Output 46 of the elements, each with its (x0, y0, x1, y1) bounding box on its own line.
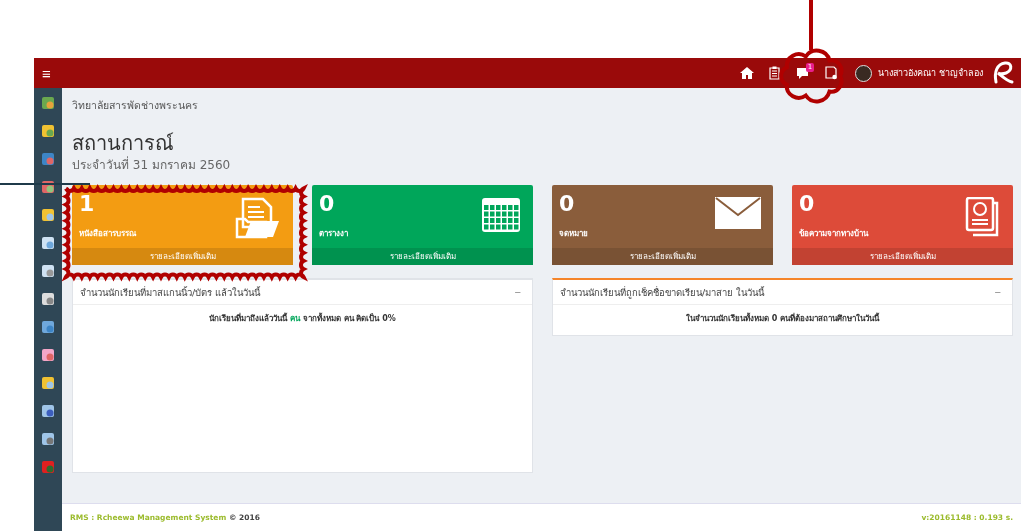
panel-title: จำนวนนักเรียนที่มาสแกนนิ้ว/บัตร แล้วในวันนี้ (80, 285, 261, 300)
sidebar-menu-icon[interactable] (41, 263, 55, 279)
sidebar-menu-icon[interactable] (41, 347, 55, 363)
logo-icon (991, 60, 1015, 86)
collapse-button[interactable]: − (992, 286, 1003, 298)
avatar[interactable] (855, 64, 873, 82)
sidebar-menu-icon[interactable] (41, 403, 55, 419)
card-label: ตารางงา (319, 228, 348, 240)
more-details-link[interactable]: รายละเอียดเพิ่มเติม (72, 248, 293, 265)
card-label: หนังสือสารบรรณ (79, 228, 136, 240)
sidebar-menu-icon[interactable] (41, 291, 55, 307)
more-details-link[interactable]: รายละเอียดเพิ่มเติม (792, 248, 1013, 265)
home-icon[interactable] (739, 66, 756, 80)
breadcrumb: วิทยาลัยสารพัดช่างพระนคร (72, 98, 199, 113)
panel-message: นักเรียนที่มาถึงแล้ววันนี้ คน จากทั้งหมด คน คิดเป็น 0% (208, 311, 397, 325)
folder-document-icon (233, 197, 281, 239)
card-count: 0 (559, 191, 575, 217)
calendar-icon (481, 197, 521, 233)
user-name[interactable]: นางสาวอังคณา ชาญจำลอง (878, 66, 983, 80)
clipboard-icon[interactable] (769, 66, 781, 80)
card-label: ข้อความจากทางบ้าน (799, 228, 868, 240)
sidebar-menu-icon[interactable] (41, 235, 55, 251)
card-count: 0 (319, 191, 335, 217)
collapse-button[interactable]: − (512, 286, 523, 298)
date-subtitle: ประจำวันที่ 31 มกราคม 2560 (72, 157, 232, 173)
card-count: 0 (799, 191, 815, 217)
menu-button[interactable]: ≡ (42, 65, 51, 81)
sidebar-menu-icon[interactable] (41, 95, 55, 111)
sidebar-menu-icon[interactable] (41, 207, 55, 223)
panel-message: ในจำนวนนักเรียนทั้งหมด 0 คนที่ต้องมาสถานศึกษาในวันนี้ (684, 311, 881, 325)
card-count: 1 (79, 191, 95, 217)
certificate-icon (965, 197, 1001, 237)
chat-bubble-icon[interactable] (796, 66, 810, 80)
panel-title: จำนวนนักเรียนที่ถูกเช็คชื่อขาดเรียน/มาสาย ในวันนี้ (560, 285, 765, 300)
envelope-icon (715, 197, 761, 229)
more-details-link[interactable]: รายละเอียดเพิ่มเติม (312, 248, 533, 265)
card-label: จดหมาย (559, 228, 588, 240)
more-details-link[interactable]: รายละเอียดเพิ่มเติม (552, 248, 773, 265)
document-icon[interactable] (825, 66, 839, 80)
sidebar-menu-icon[interactable] (41, 123, 55, 139)
page-title: สถานการณ์ (72, 131, 175, 155)
sidebar-menu-icon[interactable] (41, 431, 55, 447)
sidebar-menu-icon[interactable] (41, 375, 55, 391)
annotation-cloud (779, 48, 844, 104)
sidebar-menu-icon[interactable] (41, 319, 55, 335)
annotation-line (809, 0, 813, 50)
